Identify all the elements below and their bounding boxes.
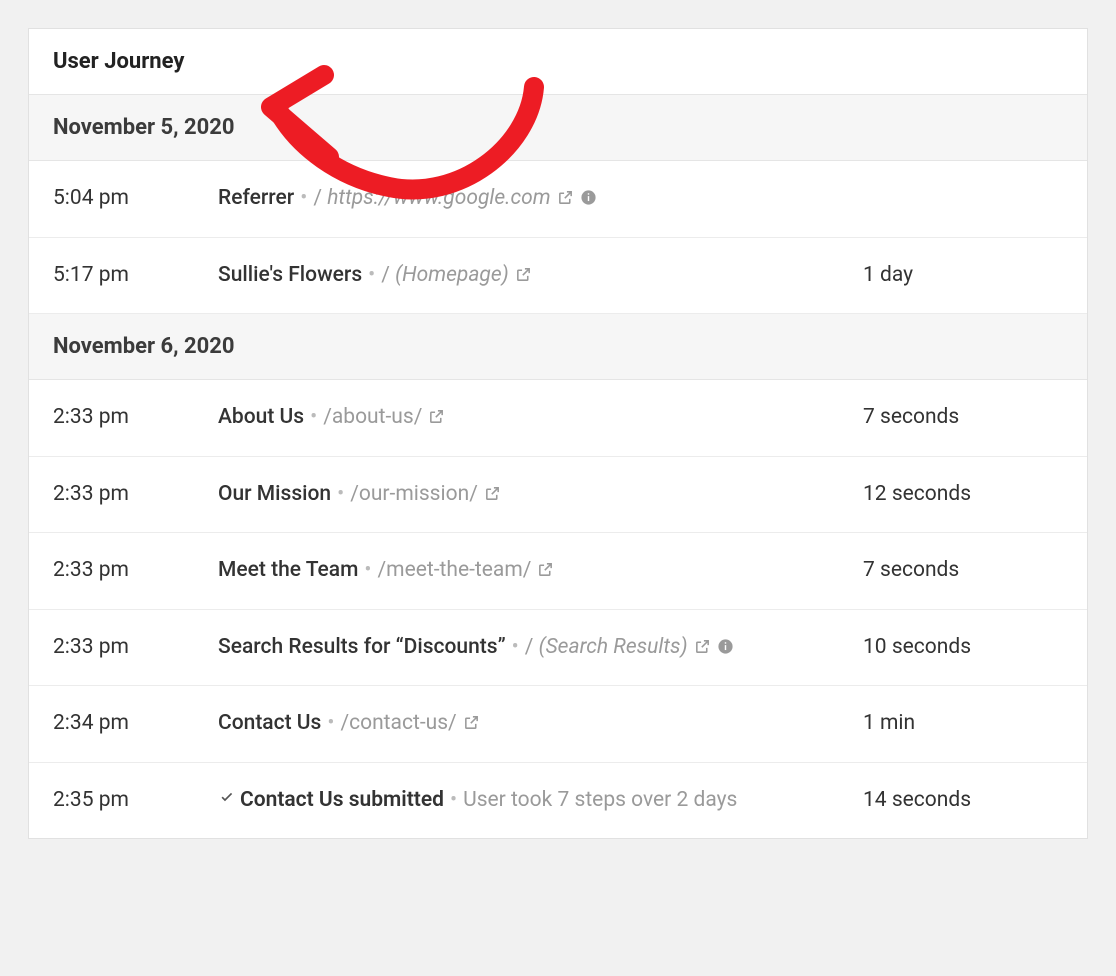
path-prefix: / [313, 186, 327, 210]
entry-main: Sullie's Flowers•/ (Homepage) [218, 260, 863, 292]
separator-dot: • [331, 482, 350, 506]
entry-main: Contact Us•/contact-us/ [218, 708, 863, 740]
journey-row: 2:33 pmSearch Results for “Discounts”•/ … [29, 610, 1087, 687]
entry-duration: 1 day [863, 260, 1063, 292]
separator-dot: • [304, 405, 323, 429]
entry-title: Search Results for “Discounts” [218, 635, 506, 659]
date-header: November 6, 2020 [29, 314, 1087, 380]
entry-time: 2:33 pm [53, 555, 218, 587]
journey-row: 2:33 pmMeet the Team•/meet-the-team/7 se… [29, 533, 1087, 610]
entry-main: Contact Us submitted•User took 7 steps o… [218, 785, 863, 817]
info-icon[interactable] [580, 189, 597, 206]
entry-main: About Us•/about-us/ [218, 402, 863, 434]
journey-row: 2:34 pmContact Us•/contact-us/1 min [29, 686, 1087, 763]
entry-time: 5:04 pm [53, 183, 218, 215]
entry-time: 5:17 pm [53, 260, 218, 292]
entry-time: 2:35 pm [53, 785, 218, 817]
path-prefix: / [525, 635, 539, 659]
entry-duration: 10 seconds [863, 632, 1063, 664]
entry-time: 2:33 pm [53, 632, 218, 664]
entry-title: Contact Us [218, 711, 321, 735]
entry-main: Search Results for “Discounts”•/ (Search… [218, 632, 863, 664]
external-link-icon[interactable] [463, 714, 480, 731]
panel-title: User Journey [29, 29, 1087, 95]
entry-main: Referrer•/ https://www.google.com [218, 183, 863, 215]
check-icon [218, 789, 236, 807]
separator-dot: • [506, 635, 525, 659]
entry-path: /our-mission/ [350, 482, 478, 506]
separator-dot: • [362, 263, 381, 287]
journey-row: 5:04 pmReferrer•/ https://www.google.com [29, 161, 1087, 238]
separator-dot: • [321, 711, 340, 735]
entry-duration: 1 min [863, 708, 1063, 740]
entry-time: 2:34 pm [53, 708, 218, 740]
external-link-icon[interactable] [484, 485, 501, 502]
date-header: November 5, 2020 [29, 95, 1087, 161]
entry-path: (Search Results) [539, 635, 688, 659]
user-journey-panel: User Journey November 5, 20205:04 pmRefe… [28, 28, 1088, 839]
path-prefix: / [381, 263, 395, 287]
entry-time: 2:33 pm [53, 402, 218, 434]
entry-main: Meet the Team•/meet-the-team/ [218, 555, 863, 587]
separator-dot: • [358, 558, 377, 582]
entry-title: About Us [218, 405, 304, 429]
entry-duration: 14 seconds [863, 785, 1063, 817]
entry-path: /about-us/ [323, 405, 422, 429]
separator-dot: • [294, 186, 313, 210]
entry-path: (Homepage) [395, 263, 509, 287]
entry-title: Our Mission [218, 482, 331, 506]
entry-title: Meet the Team [218, 558, 358, 582]
entry-duration: 7 seconds [863, 555, 1063, 587]
journey-row: 5:17 pmSullie's Flowers•/ (Homepage)1 da… [29, 238, 1087, 315]
external-link-icon[interactable] [428, 408, 445, 425]
entry-main: Our Mission•/our-mission/ [218, 479, 863, 511]
info-icon[interactable] [717, 638, 734, 655]
entry-title: Contact Us submitted [240, 788, 444, 812]
entry-duration: 12 seconds [863, 479, 1063, 511]
entry-path: /contact-us/ [340, 711, 456, 735]
entry-summary: User took 7 steps over 2 days [463, 788, 737, 812]
external-link-icon[interactable] [515, 266, 532, 283]
journey-row: 2:33 pmOur Mission•/our-mission/12 secon… [29, 457, 1087, 534]
entry-duration: 7 seconds [863, 402, 1063, 434]
separator-dot: • [444, 788, 463, 812]
entry-time: 2:33 pm [53, 479, 218, 511]
journey-row: 2:35 pmContact Us submitted•User took 7 … [29, 763, 1087, 839]
entry-title: Sullie's Flowers [218, 263, 362, 287]
external-link-icon[interactable] [694, 638, 711, 655]
external-link-icon[interactable] [557, 189, 574, 206]
entry-path: https://www.google.com [327, 186, 550, 210]
journey-row: 2:33 pmAbout Us•/about-us/7 seconds [29, 380, 1087, 457]
entry-path: /meet-the-team/ [378, 558, 532, 582]
external-link-icon[interactable] [537, 561, 554, 578]
entry-title: Referrer [218, 186, 294, 210]
